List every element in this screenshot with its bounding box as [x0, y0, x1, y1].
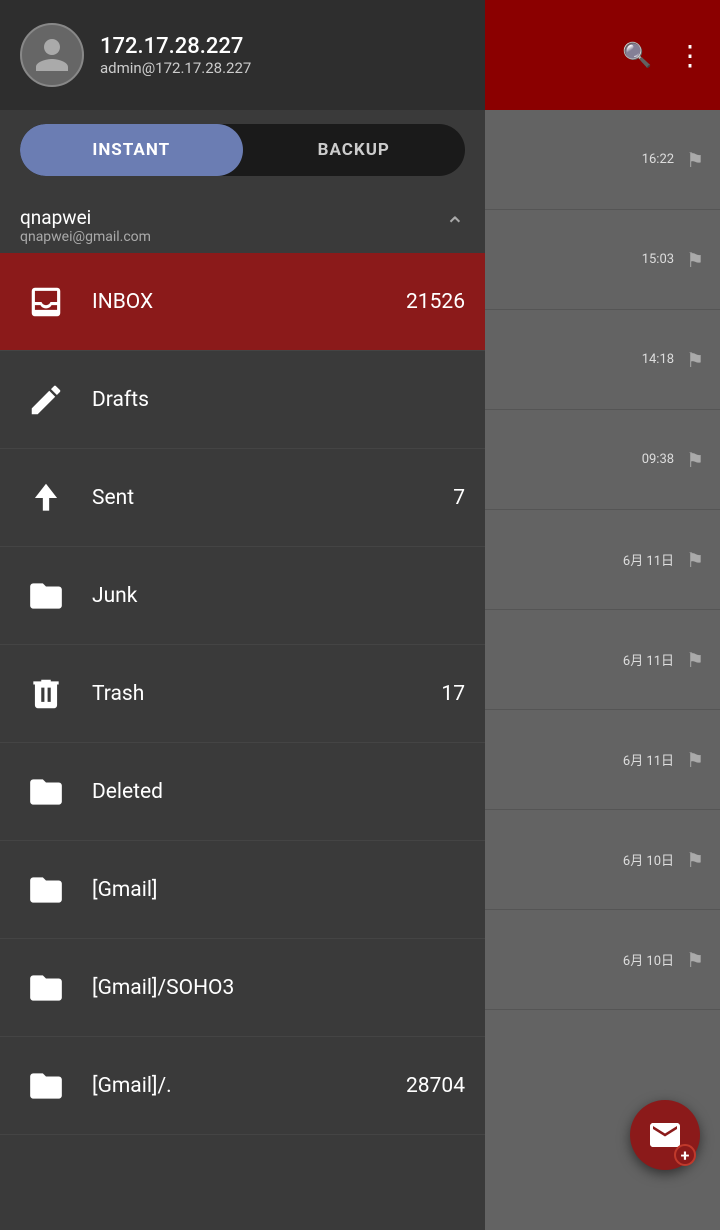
email-row[interactable]: 16:22 ⚑	[480, 110, 720, 210]
folder-item-deleted[interactable]: Deleted	[0, 743, 485, 841]
folder-item-inbox[interactable]: INBOX 21526	[0, 253, 485, 351]
junk-label: Junk	[92, 584, 465, 608]
email-time: 6月 11日	[623, 650, 674, 669]
email-row[interactable]: 14:18 ⚑	[480, 310, 720, 410]
account-ip: 172.17.28.227	[100, 34, 251, 59]
email-row[interactable]: 6月 10日 ⚑	[480, 810, 720, 910]
account-header[interactable]: 172.17.28.227 admin@172.17.28.227	[0, 0, 485, 110]
sent-count: 7	[453, 486, 465, 510]
trash-label: Trash	[92, 682, 441, 706]
top-bar: 🔍 ⋮	[480, 0, 720, 110]
drafts-label: Drafts	[92, 388, 465, 412]
sent-label: Sent	[92, 486, 453, 510]
gmail-folder-icon	[20, 871, 72, 909]
email-time: 6月 10日	[623, 850, 674, 869]
flag-icon: ⚑	[686, 448, 704, 472]
email-time: 6月 11日	[623, 550, 674, 569]
toggle-section: INSTANT BACKUP	[0, 110, 485, 190]
junk-folder-icon	[20, 577, 72, 615]
gmailother-folder-icon	[20, 1067, 72, 1105]
folder-item-sent[interactable]: Sent 7	[0, 449, 485, 547]
deleted-folder-icon	[20, 773, 72, 811]
user-email: qnapwei@gmail.com	[20, 229, 151, 245]
account-email: admin@172.17.28.227	[100, 59, 251, 77]
user-section[interactable]: qnapwei qnapwei@gmail.com ⌃	[0, 190, 485, 253]
search-icon[interactable]: 🔍	[622, 41, 652, 69]
email-row[interactable]: 6月 10日 ⚑	[480, 910, 720, 1010]
flag-icon: ⚑	[686, 348, 704, 372]
more-options-icon[interactable]: ⋮	[676, 39, 704, 72]
trash-icon	[20, 675, 72, 713]
folder-item-trash[interactable]: Trash 17	[0, 645, 485, 743]
email-time: 6月 10日	[623, 950, 674, 969]
navigation-drawer: 172.17.28.227 admin@172.17.28.227 INSTAN…	[0, 0, 485, 1230]
drafts-icon	[20, 381, 72, 419]
chevron-up-icon[interactable]: ⌃	[445, 212, 465, 240]
toggle-bar: INSTANT BACKUP	[20, 124, 465, 176]
gmailother-count: 28704	[406, 1074, 465, 1098]
folder-item-gmailsoho3[interactable]: [Gmail]/SOHO3	[0, 939, 485, 1037]
flag-icon: ⚑	[686, 848, 704, 872]
flag-icon: ⚑	[686, 648, 704, 672]
sent-icon	[20, 479, 72, 517]
email-row[interactable]: 6月 11日 ⚑	[480, 710, 720, 810]
email-time: 09:38	[642, 452, 674, 467]
user-text: qnapwei qnapwei@gmail.com	[20, 206, 151, 245]
avatar	[20, 23, 84, 87]
gmailsoho3-folder-icon	[20, 969, 72, 1007]
flag-icon: ⚑	[686, 248, 704, 272]
email-time: 15:03	[642, 252, 674, 267]
gmailsoho3-label: [Gmail]/SOHO3	[92, 976, 465, 1000]
inbox-icon	[20, 283, 72, 321]
flag-icon: ⚑	[686, 148, 704, 172]
flag-icon: ⚑	[686, 748, 704, 772]
user-name: qnapwei	[20, 206, 151, 229]
email-time: 6月 11日	[623, 750, 674, 769]
email-row[interactable]: 6月 11日 ⚑	[480, 510, 720, 610]
folder-item-gmailother[interactable]: [Gmail]/. 28704	[0, 1037, 485, 1135]
email-row[interactable]: 15:03 ⚑	[480, 210, 720, 310]
flag-icon: ⚑	[686, 948, 704, 972]
inbox-count: 21526	[406, 290, 465, 314]
compose-fab[interactable]: +	[630, 1100, 700, 1170]
email-row[interactable]: 09:38 ⚑	[480, 410, 720, 510]
backup-tab[interactable]: BACKUP	[243, 124, 466, 176]
email-time: 14:18	[642, 352, 674, 367]
gmail-label: [Gmail]	[92, 878, 465, 902]
instant-tab[interactable]: INSTANT	[20, 124, 243, 176]
flag-icon: ⚑	[686, 548, 704, 572]
folder-item-junk[interactable]: Junk	[0, 547, 485, 645]
account-info: 172.17.28.227 admin@172.17.28.227	[100, 34, 251, 77]
email-row[interactable]: 6月 11日 ⚑	[480, 610, 720, 710]
email-time: 16:22	[642, 152, 674, 167]
deleted-label: Deleted	[92, 780, 465, 804]
folder-item-gmail[interactable]: [Gmail]	[0, 841, 485, 939]
inbox-label: INBOX	[92, 290, 406, 314]
folder-list: INBOX 21526 Drafts Sent 7	[0, 253, 485, 1230]
trash-count: 17	[441, 682, 465, 706]
folder-item-drafts[interactable]: Drafts	[0, 351, 485, 449]
gmailother-label: [Gmail]/.	[92, 1074, 406, 1098]
